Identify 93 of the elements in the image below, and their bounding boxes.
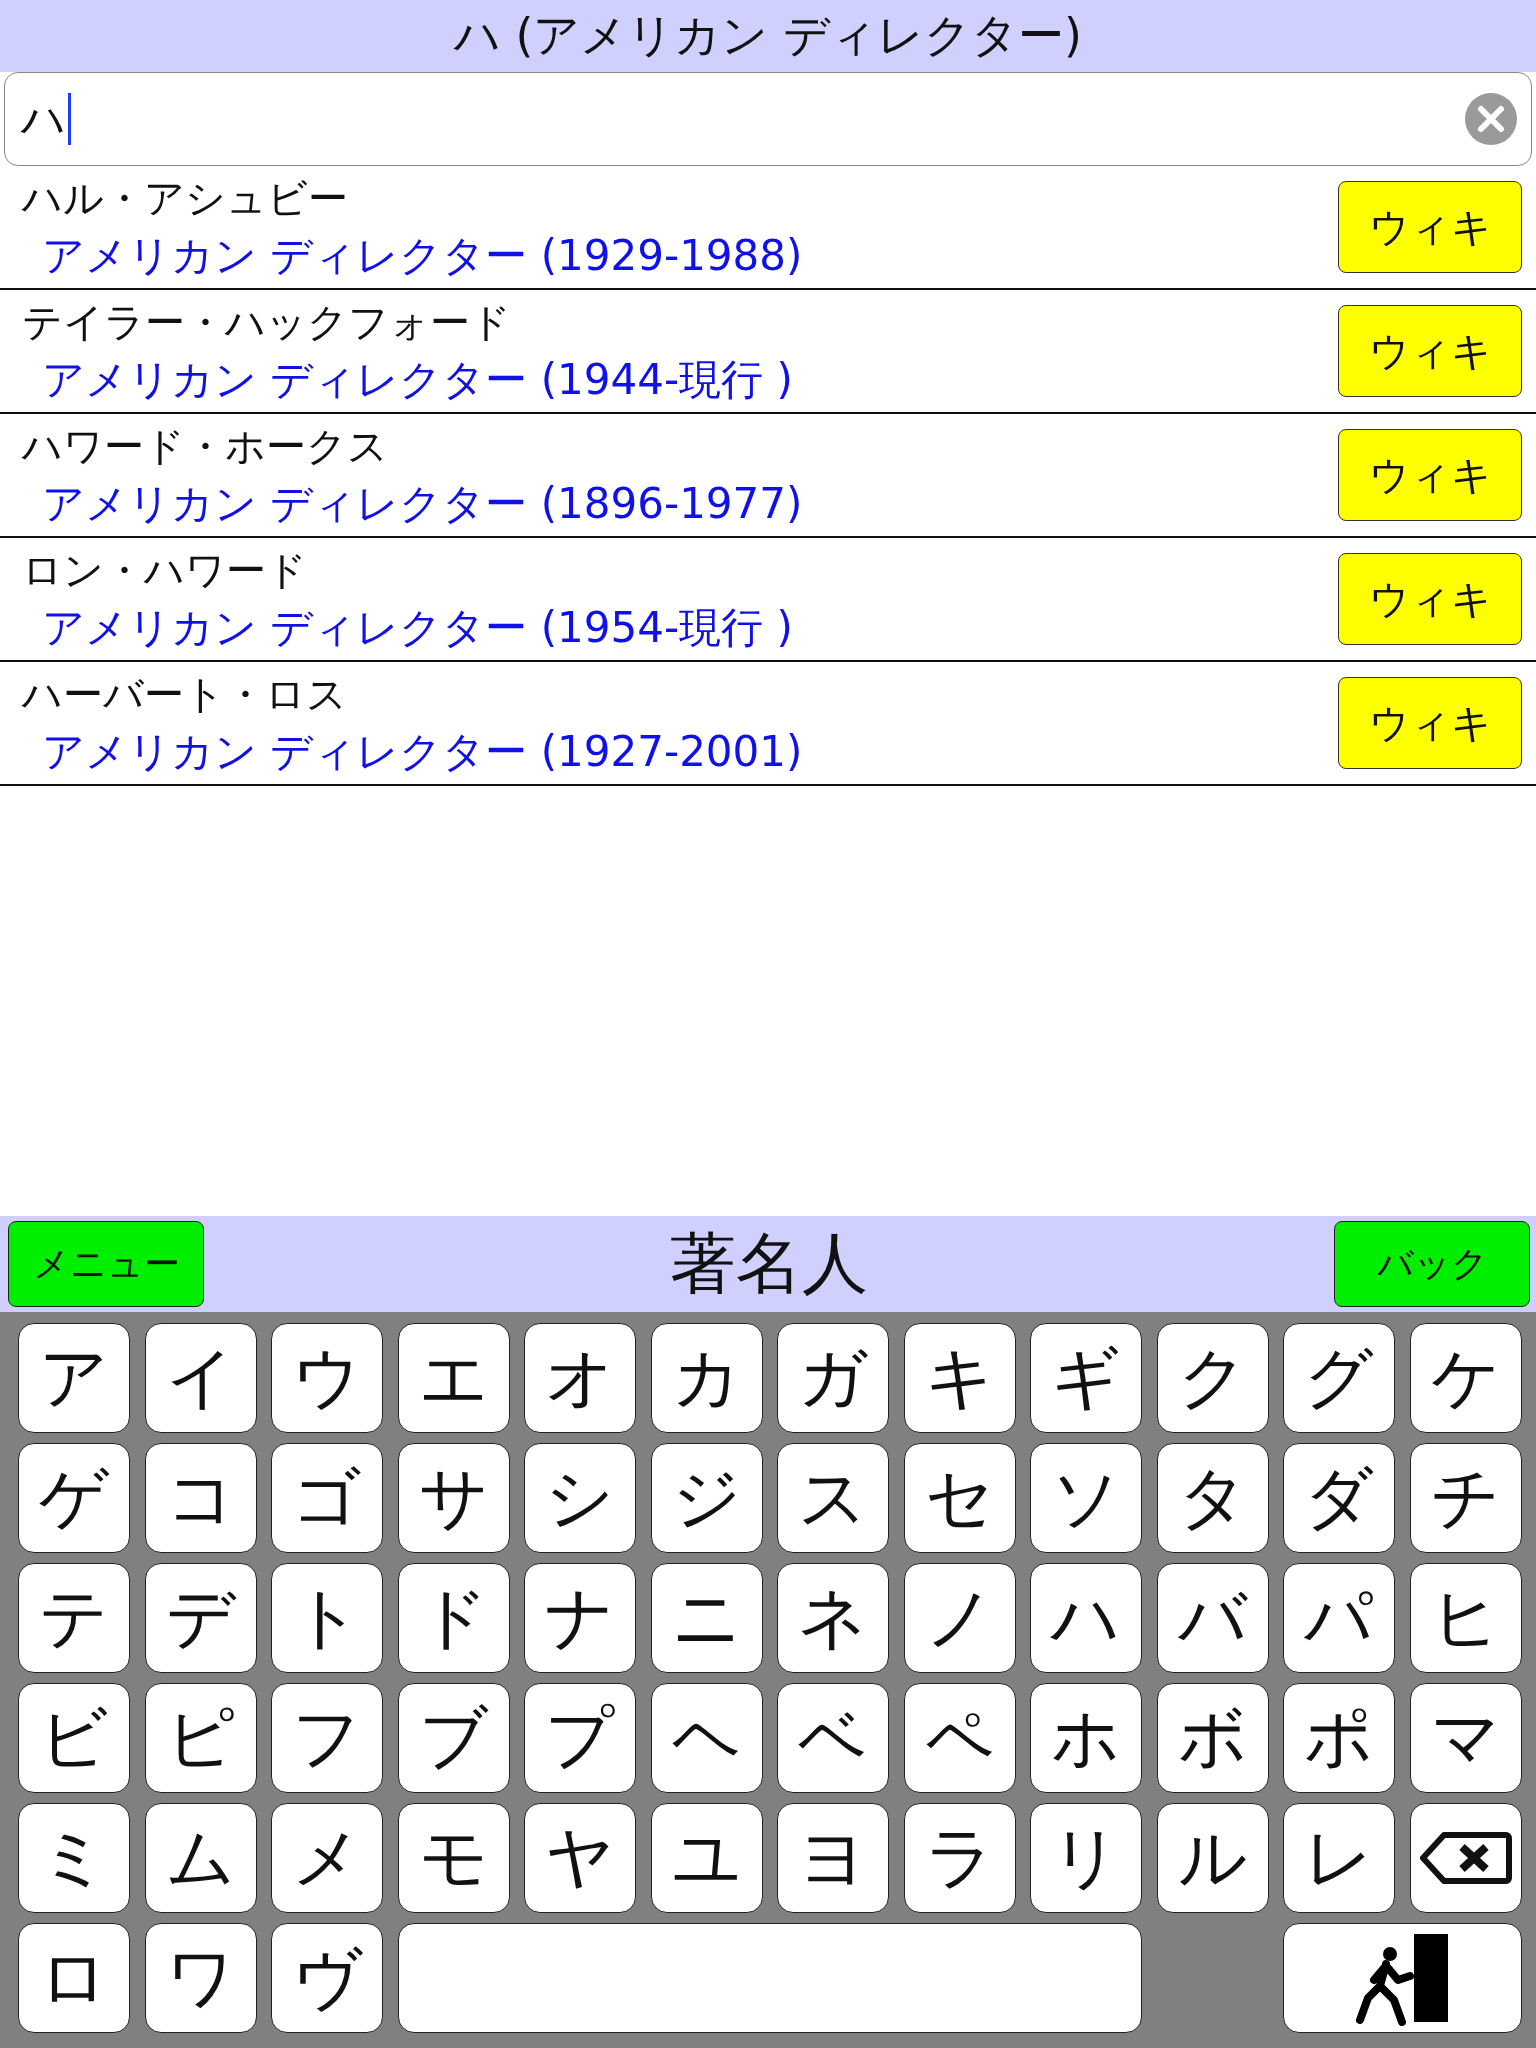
key[interactable]: オ (524, 1323, 636, 1433)
key[interactable]: ス (777, 1443, 889, 1553)
wiki-button[interactable]: ウィキ (1338, 429, 1522, 521)
wiki-button[interactable]: ウィキ (1338, 305, 1522, 397)
key[interactable]: ト (271, 1563, 383, 1673)
person-name: ハワード・ホークス (22, 421, 389, 471)
person-detail: アメリカン ディレクター (1929-1988) (41, 229, 804, 282)
key[interactable]: ワ (144, 1923, 257, 2033)
menu-button[interactable]: メニュー (8, 1221, 204, 1307)
key[interactable]: ポ (1283, 1683, 1395, 1793)
key[interactable]: レ (1283, 1803, 1395, 1913)
key[interactable]: ケ (1409, 1323, 1522, 1433)
key[interactable]: ジ (650, 1443, 763, 1553)
key[interactable]: マ (1409, 1683, 1522, 1793)
key[interactable]: ビ (18, 1683, 130, 1793)
key[interactable]: タ (1156, 1443, 1269, 1553)
search-field[interactable]: ハ (4, 72, 1532, 166)
back-button[interactable]: バック (1334, 1221, 1530, 1307)
key[interactable]: バ (1156, 1563, 1269, 1673)
backspace-icon (1419, 1832, 1512, 1884)
key[interactable]: ム (144, 1803, 257, 1913)
key[interactable]: ダ (1283, 1443, 1395, 1553)
key[interactable]: ソ (1030, 1443, 1142, 1553)
page-title: ハ (アメリカン ディレクター) (453, 7, 1083, 64)
key[interactable]: ヘ (650, 1683, 763, 1793)
key[interactable]: ユ (650, 1803, 763, 1913)
exit-key[interactable] (1283, 1923, 1522, 2033)
key[interactable]: ピ (144, 1683, 257, 1793)
key[interactable]: ヤ (524, 1803, 636, 1913)
result-row[interactable]: ロン・ハワード アメリカン ディレクター (1954-現行 ) ウィキ (0, 538, 1536, 662)
backspace-key[interactable] (1409, 1803, 1522, 1913)
person-name: ハーバート・ロス (22, 669, 348, 719)
key[interactable]: ペ (903, 1683, 1016, 1793)
key[interactable]: フ (271, 1683, 383, 1793)
wiki-button[interactable]: ウィキ (1338, 553, 1522, 645)
key[interactable]: ゲ (18, 1443, 130, 1553)
person-name: ロン・ハワード (22, 545, 308, 595)
key[interactable]: シ (524, 1443, 636, 1553)
key[interactable]: チ (1409, 1443, 1522, 1553)
clear-icon[interactable] (1463, 91, 1519, 147)
key[interactable]: ヒ (1409, 1563, 1522, 1673)
result-row[interactable]: ハワード・ホークス アメリカン ディレクター (1896-1977) ウィキ (0, 414, 1536, 538)
key[interactable]: イ (144, 1323, 257, 1433)
person-name: ハル・アシュビー (22, 173, 349, 223)
key[interactable]: ナ (524, 1563, 636, 1673)
result-row[interactable]: ハル・アシュビー アメリカン ディレクター (1929-1988) ウィキ (0, 166, 1536, 290)
key[interactable]: ヨ (777, 1803, 889, 1913)
key[interactable]: ブ (397, 1683, 510, 1793)
key[interactable]: ハ (1030, 1563, 1142, 1673)
key[interactable]: ウ (271, 1323, 383, 1433)
key[interactable]: カ (650, 1323, 763, 1433)
person-detail: アメリカン ディレクター (1896-1977) (41, 477, 804, 530)
nav-title: 著名人 (669, 1224, 869, 1304)
key[interactable]: テ (18, 1563, 130, 1673)
key[interactable]: ゴ (271, 1443, 383, 1553)
key[interactable]: ヴ (271, 1923, 383, 2033)
key[interactable]: モ (397, 1803, 510, 1913)
key[interactable]: ニ (650, 1563, 763, 1673)
result-row[interactable]: テイラー・ハックフォード アメリカン ディレクター (1944-現行 ) ウィキ (0, 290, 1536, 414)
result-row[interactable]: ハーバート・ロス アメリカン ディレクター (1927-2001) ウィキ (0, 662, 1536, 786)
text-cursor (68, 93, 71, 145)
key[interactable]: ミ (18, 1803, 130, 1913)
key[interactable]: プ (524, 1683, 636, 1793)
key[interactable]: ギ (1030, 1323, 1142, 1433)
key[interactable]: ロ (18, 1923, 130, 2033)
key[interactable]: ア (18, 1323, 130, 1433)
key[interactable]: ベ (777, 1683, 889, 1793)
person-name: テイラー・ハックフォード (22, 297, 512, 347)
key[interactable]: グ (1283, 1323, 1395, 1433)
key[interactable]: エ (397, 1323, 510, 1433)
key[interactable]: ラ (903, 1803, 1016, 1913)
key[interactable]: ボ (1156, 1683, 1269, 1793)
key[interactable]: ク (1156, 1323, 1269, 1433)
key[interactable]: ル (1156, 1803, 1269, 1913)
key[interactable]: ノ (903, 1563, 1016, 1673)
key[interactable]: ガ (777, 1323, 889, 1433)
key[interactable]: パ (1283, 1563, 1395, 1673)
key[interactable]: ネ (777, 1563, 889, 1673)
key[interactable]: ド (397, 1563, 510, 1673)
space-key[interactable] (397, 1923, 1142, 2033)
key[interactable]: セ (903, 1443, 1016, 1553)
key[interactable]: ホ (1030, 1683, 1142, 1793)
key[interactable]: キ (903, 1323, 1016, 1433)
key[interactable]: コ (144, 1443, 257, 1553)
key[interactable]: メ (271, 1803, 383, 1913)
person-detail: アメリカン ディレクター (1954-現行 ) (41, 601, 794, 654)
person-detail: アメリカン ディレクター (1944-現行 ) (41, 353, 794, 406)
key[interactable]: サ (397, 1443, 510, 1553)
person-detail: アメリカン ディレクター (1927-2001) (41, 725, 804, 778)
key[interactable]: リ (1030, 1803, 1142, 1913)
wiki-button[interactable]: ウィキ (1338, 181, 1522, 273)
wiki-button[interactable]: ウィキ (1338, 677, 1522, 769)
key[interactable]: デ (144, 1563, 257, 1673)
